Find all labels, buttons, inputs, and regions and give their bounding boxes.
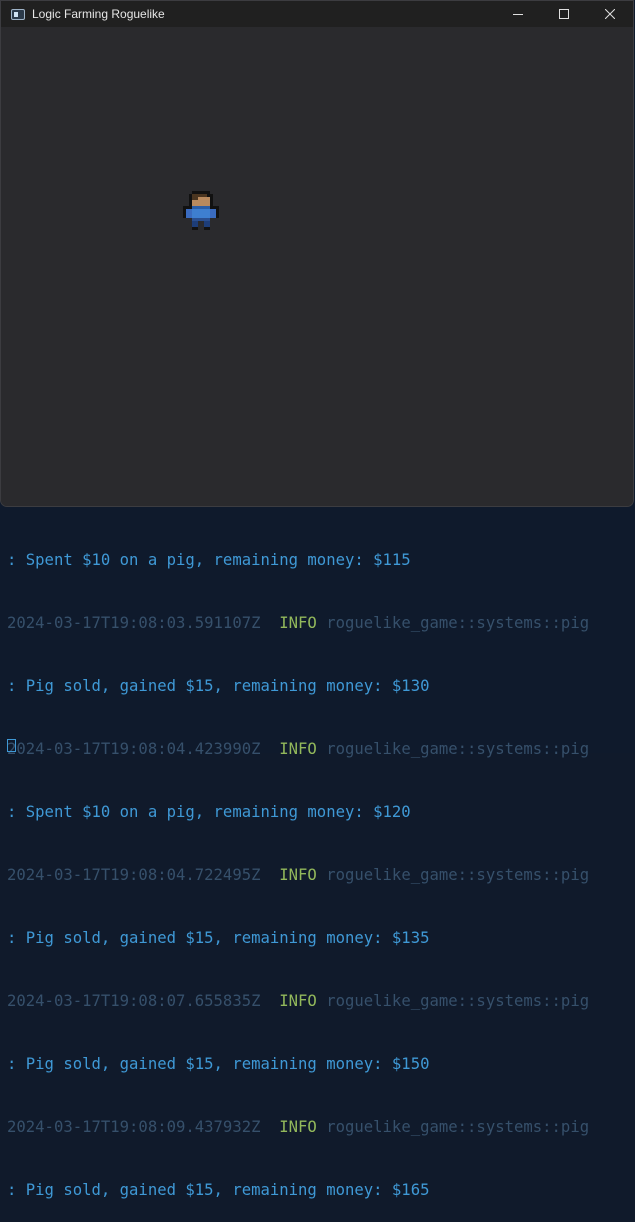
log-timestamp: 2024-03-17T19:08:04.722495Z xyxy=(7,866,261,884)
log-target: roguelike_game::systems::pig xyxy=(326,992,590,1010)
log-header-line: 2024-03-17T19:08:07.655835Z INFO rogueli… xyxy=(0,991,635,1012)
log-message-line: : Pig sold, gained $15, remaining money:… xyxy=(7,929,430,947)
log-level: INFO xyxy=(279,992,317,1010)
log-header-line: 2024-03-17T19:08:09.437932Z INFO rogueli… xyxy=(0,1117,635,1138)
log-header-line: 2024-03-17T19:08:03.591107Z INFO rogueli… xyxy=(0,613,635,634)
maximize-button[interactable] xyxy=(541,1,587,27)
close-button[interactable] xyxy=(587,1,633,27)
terminal-cursor[interactable] xyxy=(7,739,16,752)
app-window-icon xyxy=(11,8,25,20)
log-message-line: : Spent $10 on a pig, remaining money: $… xyxy=(7,551,411,569)
log-message-line: : Pig sold, gained $15, remaining money:… xyxy=(7,677,430,695)
window-titlebar[interactable]: Logic Farming Roguelike xyxy=(1,1,633,27)
game-window[interactable]: Logic Farming Roguelike xyxy=(0,0,634,507)
farmer-player-icon xyxy=(183,191,219,230)
window-controls xyxy=(495,1,633,27)
minimize-icon xyxy=(513,14,523,15)
log-level: INFO xyxy=(279,866,317,884)
close-icon xyxy=(605,9,615,19)
log-header-line: 2024-03-17T19:08:04.423990Z INFO rogueli… xyxy=(0,739,635,760)
game-canvas[interactable] xyxy=(1,27,633,506)
log-level: INFO xyxy=(279,614,317,632)
log-timestamp: 2024-03-17T19:08:09.437932Z xyxy=(7,1118,261,1136)
log-target: roguelike_game::systems::pig xyxy=(326,614,590,632)
log-timestamp: 2024-03-17T19:08:07.655835Z xyxy=(7,992,261,1010)
log-timestamp: 2024-03-17T19:08:03.591107Z xyxy=(7,614,261,632)
log-header-line: 2024-03-17T19:08:04.722495Z INFO rogueli… xyxy=(0,865,635,886)
window-title: Logic Farming Roguelike xyxy=(32,7,165,21)
log-message-line: : Spent $10 on a pig, remaining money: $… xyxy=(7,803,411,821)
log-target: roguelike_game::systems::pig xyxy=(326,740,590,758)
log-message-line: : Pig sold, gained $15, remaining money:… xyxy=(7,1181,430,1199)
log-target: roguelike_game::systems::pig xyxy=(326,866,590,884)
log-timestamp: 2024-03-17T19:08:04.423990Z xyxy=(7,740,261,758)
maximize-icon xyxy=(559,9,569,19)
log-level: INFO xyxy=(279,740,317,758)
terminal-log: : Spent $10 on a pig, remaining money: $… xyxy=(0,508,635,1222)
minimize-button[interactable] xyxy=(495,1,541,27)
log-level: INFO xyxy=(279,1118,317,1136)
log-message-line: : Pig sold, gained $15, remaining money:… xyxy=(7,1055,430,1073)
log-target: roguelike_game::systems::pig xyxy=(326,1118,590,1136)
